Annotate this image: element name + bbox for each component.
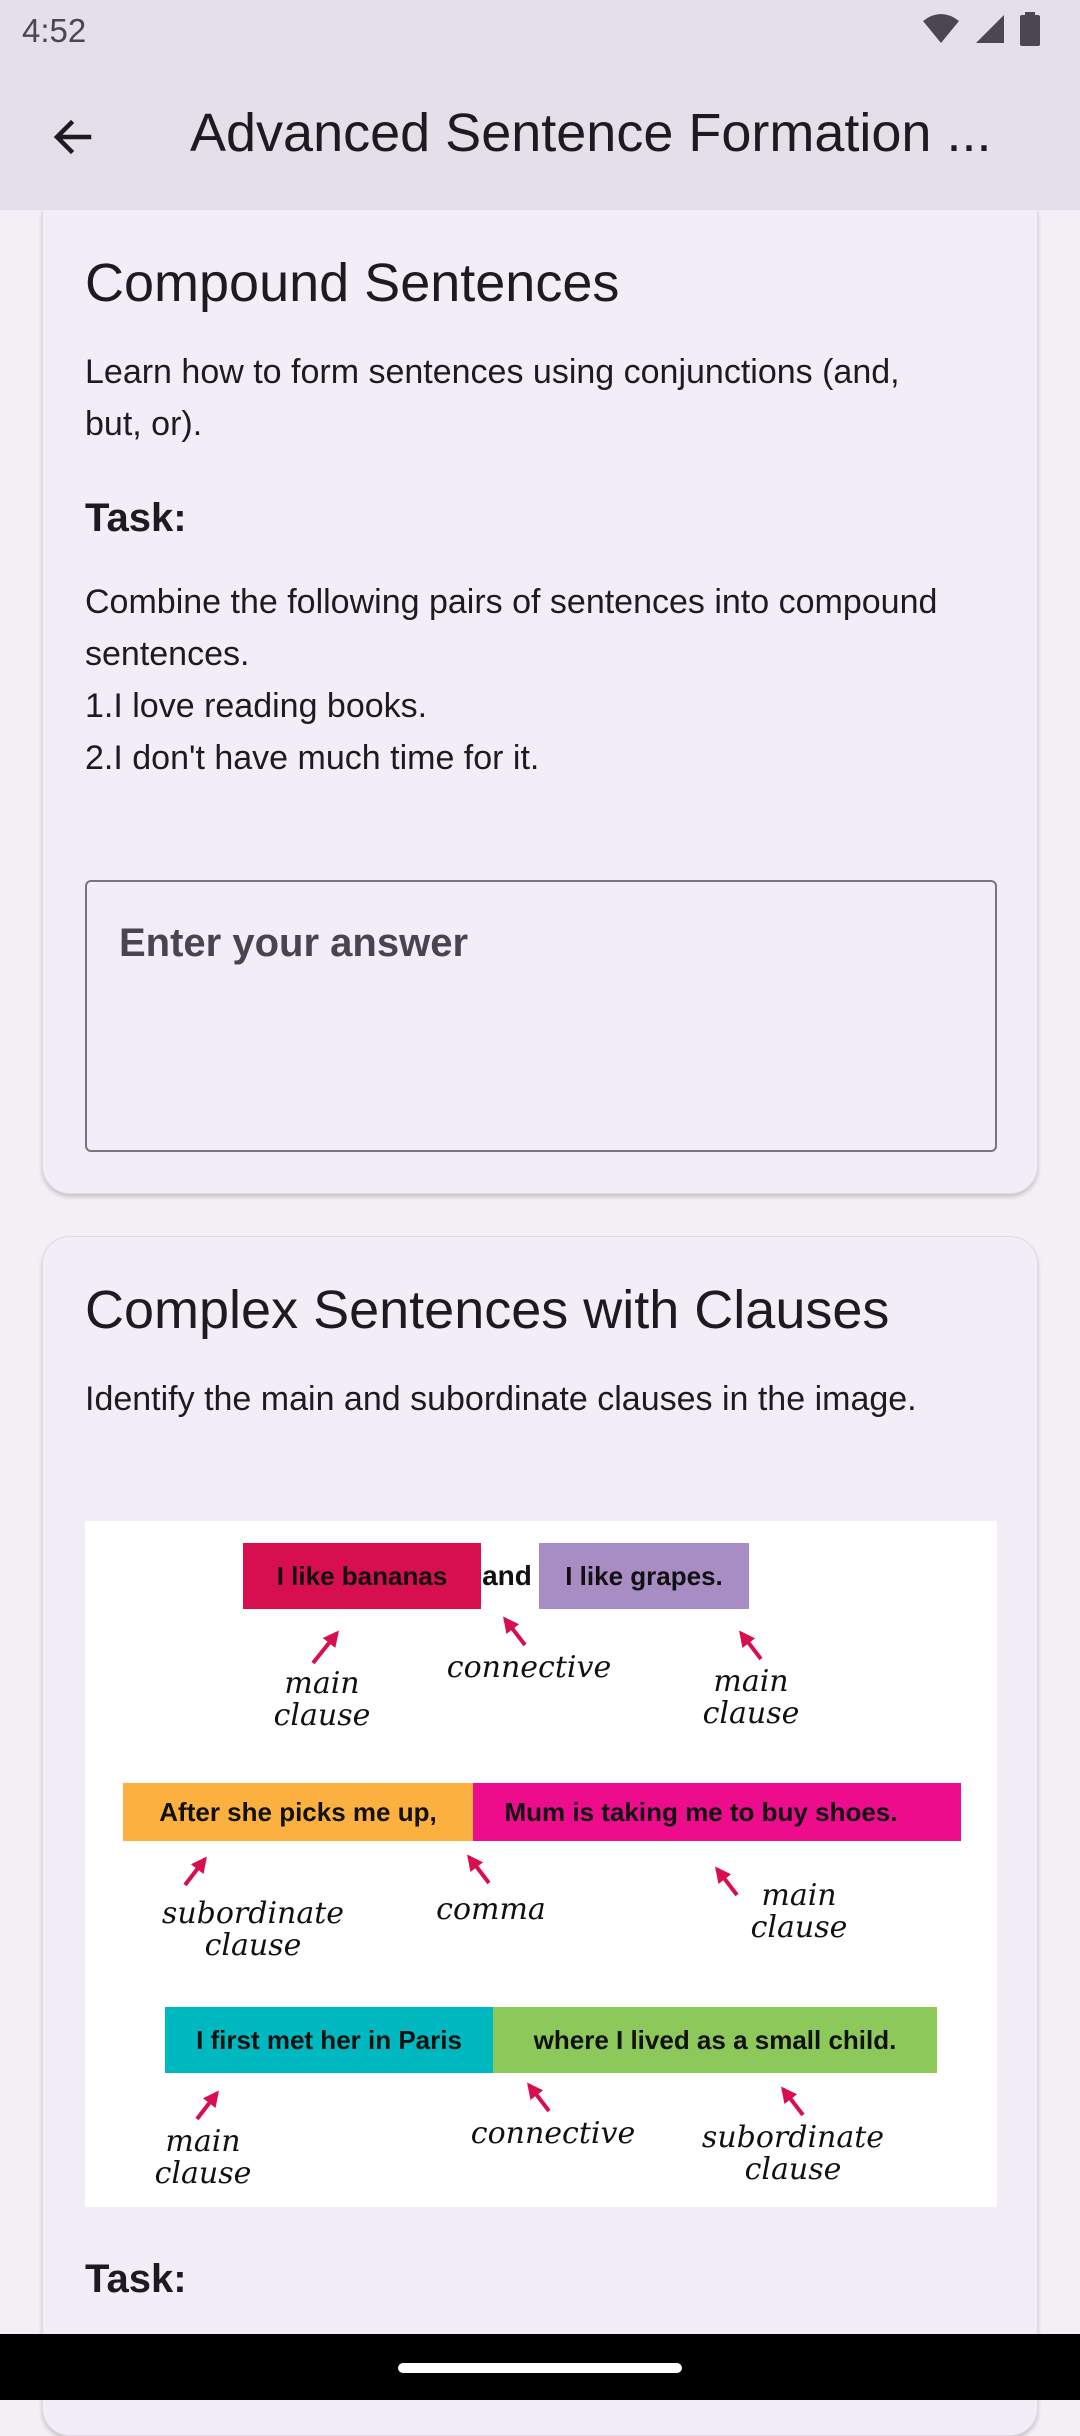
row1-box-a-text: I like bananas xyxy=(277,1561,448,1591)
row2-box-b-text: Mum is taking me to buy shoes. xyxy=(505,1797,898,1827)
row1-label-right-2: clause xyxy=(703,1696,800,1731)
row2-label-mid: comma xyxy=(436,1892,546,1927)
complex-sentences-card: Complex Sentences with Clauses Identify … xyxy=(42,1236,1038,2436)
card-title: Compound Sentences xyxy=(85,253,620,313)
row3-box-a-text: I first met her in Paris xyxy=(196,2025,462,2055)
app-bar: Advanced Sentence Formation ... xyxy=(0,64,1080,210)
row1-box-b-text: I like grapes. xyxy=(565,1561,723,1591)
row3-label-left-2: clause xyxy=(155,2156,252,2191)
compound-sentences-card: Compound Sentences Learn how to form sen… xyxy=(42,210,1038,1194)
row2-label-right-1: main xyxy=(761,1878,836,1913)
card-description: Identify the main and subordinate clause… xyxy=(85,1380,917,1418)
sentence-2: 2.I don't have much time for it. xyxy=(85,739,540,777)
page-title: Advanced Sentence Formation ... xyxy=(190,103,992,163)
arrow xyxy=(503,1616,527,1647)
sentence-1: 1.I love reading books. xyxy=(85,687,428,725)
task-label: Task: xyxy=(85,2257,187,2301)
clauses-diagram-image: I like bananas and I like grapes. main c… xyxy=(85,1521,997,2207)
arrow xyxy=(467,1854,491,1885)
row2-label-left-2: clause xyxy=(205,1928,302,1963)
status-icons xyxy=(922,12,1040,46)
row3-label-left-1: main xyxy=(165,2124,240,2159)
status-bar: 4:52 xyxy=(0,0,1080,64)
card-title: Complex Sentences with Clauses xyxy=(85,1280,890,1340)
arrow xyxy=(715,1866,739,1897)
row3-label-right-2: clause xyxy=(745,2152,842,2187)
cell-signal-icon xyxy=(976,15,1004,43)
arrow xyxy=(183,1856,207,1887)
battery-icon xyxy=(1020,12,1040,46)
row1-label-mid: connective xyxy=(447,1650,611,1685)
arrow xyxy=(311,1630,339,1665)
row2-label-right-2: clause xyxy=(751,1910,848,1945)
answer-field[interactable] xyxy=(85,880,997,1152)
task-label: Task: xyxy=(85,496,187,540)
arrow xyxy=(195,2090,219,2121)
home-gesture-handle[interactable] xyxy=(398,2363,682,2373)
back-button[interactable] xyxy=(40,104,106,170)
row3-label-mid: connective xyxy=(471,2116,635,2151)
row1-label-left-1: main xyxy=(284,1666,359,1701)
task-text: Combine the following pairs of sentences… xyxy=(85,583,938,673)
row2-label-left-1: subordinate xyxy=(162,1896,344,1931)
row3-box-b-text: where I lived as a small child. xyxy=(533,2025,897,2055)
row1-connector-text: and xyxy=(482,1560,532,1591)
arrow-back-icon xyxy=(53,119,92,155)
answer-input[interactable] xyxy=(117,912,961,974)
arrow xyxy=(527,2082,551,2113)
row1-label-left-2: clause xyxy=(274,1698,371,1733)
arrow xyxy=(739,1630,763,1661)
row2-box-a-text: After she picks me up, xyxy=(159,1797,436,1827)
row1-label-right-1: main xyxy=(713,1664,788,1699)
row3-label-right-1: subordinate xyxy=(702,2120,884,2155)
clauses-diagram: I like bananas and I like grapes. main c… xyxy=(123,1543,961,2191)
wifi-icon xyxy=(923,14,959,43)
status-time: 4:52 xyxy=(22,12,87,49)
arrow xyxy=(781,2086,805,2117)
card-description: Learn how to form sentences using conjun… xyxy=(85,353,900,443)
